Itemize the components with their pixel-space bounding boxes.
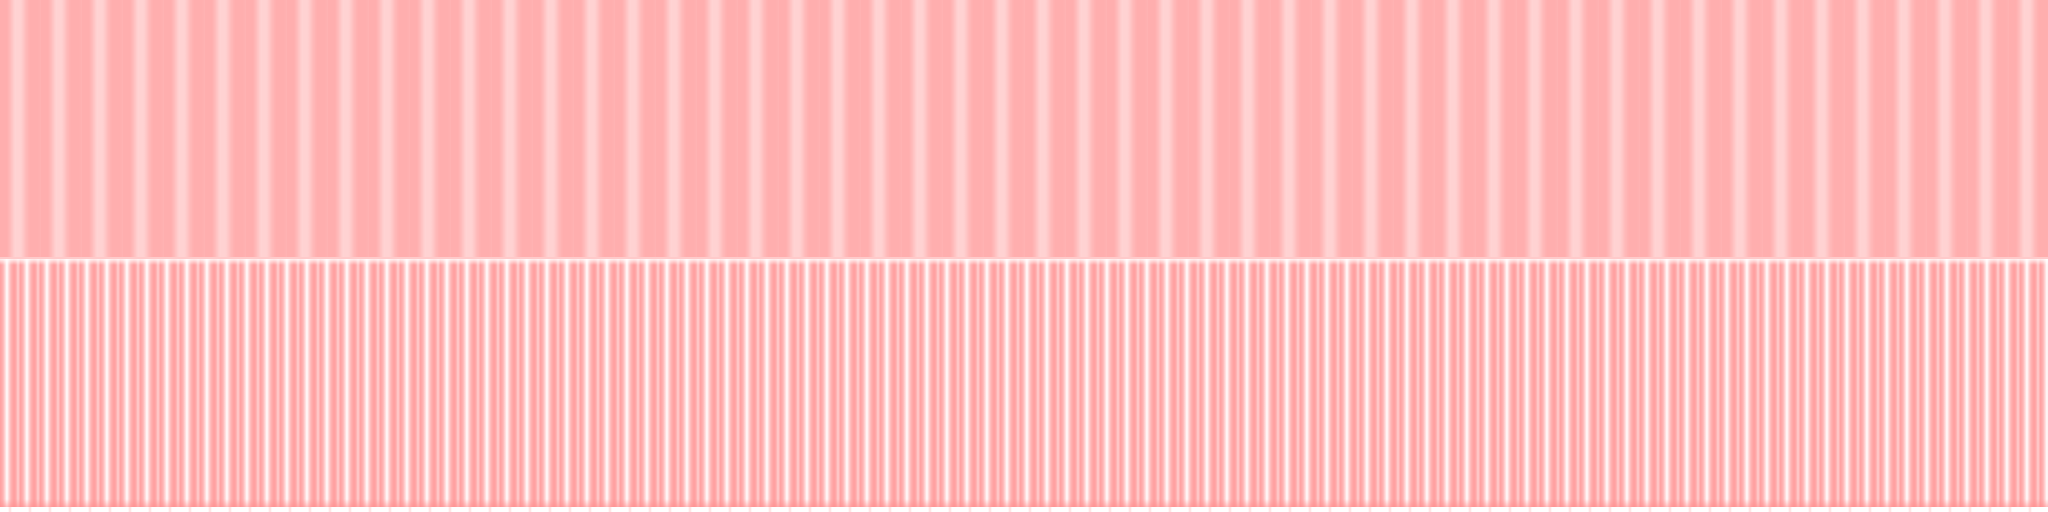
striped-texture-canvas	[0, 0, 2048, 512]
bottom-edge-strip	[0, 507, 2048, 512]
lower-ribbed-stripe-band	[0, 259, 2048, 507]
upper-stripe-band	[0, 0, 2048, 258]
lower-band-bottom-shade	[0, 499, 2048, 507]
lower-band-top-highlight	[0, 259, 2048, 265]
